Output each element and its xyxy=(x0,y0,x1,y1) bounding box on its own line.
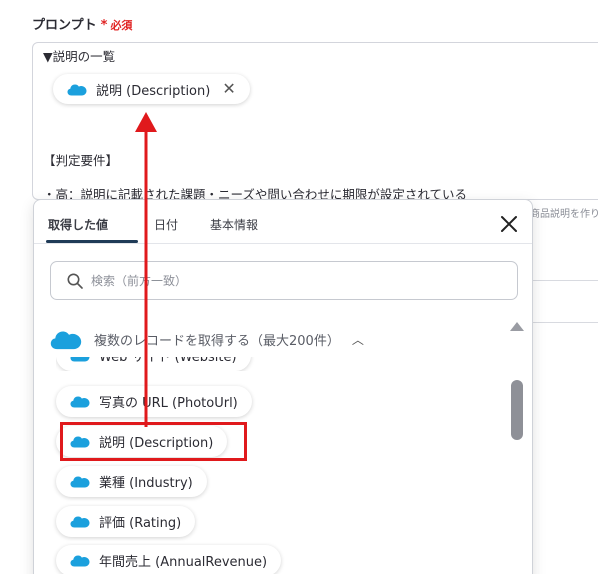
close-icon[interactable] xyxy=(499,214,519,234)
scrollbar-thumb[interactable] xyxy=(511,380,523,440)
prompt-line-requirements: 【判定要件】 xyxy=(43,153,119,168)
search-input[interactable] xyxy=(91,273,491,288)
salesforce-cloud-icon xyxy=(70,555,90,567)
required-text: 必須 xyxy=(110,19,133,32)
item-label: 評価 (Rating) xyxy=(99,516,182,531)
prompt-line-high: ・高：説明に記載された課題・ニーズや問い合わせに期限が設定されている xyxy=(43,187,468,200)
salesforce-cloud-icon xyxy=(50,331,82,350)
group-header[interactable]: 複数のレコードを取得する（最大200件） ︿ xyxy=(50,329,364,350)
search-icon xyxy=(67,273,83,289)
group-title: 複数のレコードを取得する（最大200件） xyxy=(94,334,340,349)
field-label-text: プロンプト xyxy=(32,18,97,33)
item-label: 写真の URL (PhotoUrl) xyxy=(99,396,238,411)
salesforce-cloud-icon xyxy=(70,396,90,408)
field-item-annualrevenue[interactable]: 年間売上 (AnnualRevenue) xyxy=(56,545,282,574)
chevron-up-icon[interactable]: ︿ xyxy=(352,331,364,348)
salesforce-cloud-icon xyxy=(70,516,90,528)
salesforce-cloud-icon xyxy=(67,84,87,95)
salesforce-cloud-icon xyxy=(70,357,90,362)
tab-date[interactable]: 日付 xyxy=(154,216,178,233)
background-hint-text: 商品説明を作り xyxy=(530,209,598,220)
salesforce-cloud-icon xyxy=(70,476,90,488)
field-item-rating[interactable]: 評価 (Rating) xyxy=(56,506,196,537)
field-item-photourl[interactable]: 写真の URL (PhotoUrl) xyxy=(56,386,252,417)
item-label: 年間売上 (AnnualRevenue) xyxy=(99,555,268,570)
list-item-partial: Web サイト (Website) xyxy=(56,357,280,371)
highlight-box xyxy=(60,422,247,461)
tab-basic-info[interactable]: 基本情報 xyxy=(210,216,258,233)
divider xyxy=(533,280,598,281)
chip-label: 説明 (Description) xyxy=(96,83,211,99)
field-label: プロンプト * 必須 xyxy=(32,14,132,33)
field-item-website[interactable]: Web サイト (Website) xyxy=(56,357,251,371)
tab-acquired-values[interactable]: 取得した値 xyxy=(48,216,108,233)
tab-bar: 取得した値 日付 基本情報 xyxy=(34,200,532,244)
item-label: Web サイト (Website) xyxy=(99,357,237,365)
divider xyxy=(533,322,598,323)
value-picker-popup: 取得した値 日付 基本情報 複数のレコードを取得する（最大200件） ︿ Web… xyxy=(33,199,533,574)
prompt-line-heading: ▼説明の一覧 xyxy=(43,49,116,64)
search-field[interactable] xyxy=(50,261,518,300)
page: { "field": { "label": "プロンプト", "asterisk… xyxy=(0,0,598,574)
item-label: 業種 (Industry) xyxy=(99,476,193,491)
required-asterisk: * xyxy=(100,18,108,33)
description-variable-chip[interactable]: 説明 (Description) ✕ xyxy=(53,74,250,104)
remove-chip-icon[interactable]: ✕ xyxy=(222,81,235,97)
field-item-industry[interactable]: 業種 (Industry) xyxy=(56,466,207,497)
active-tab-indicator xyxy=(46,240,138,243)
prompt-textarea[interactable]: ▼説明の一覧 説明 (Description) ✕ 【判定要件】 ・高：説明に記… xyxy=(32,42,598,200)
scroll-up-arrow[interactable] xyxy=(510,322,524,331)
